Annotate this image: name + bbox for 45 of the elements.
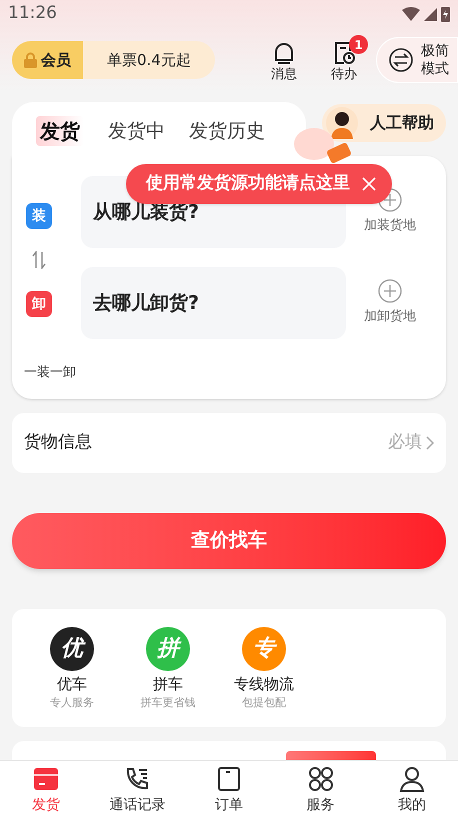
nav-tab[interactable]: 订单: [183, 761, 275, 820]
mode-label: 极简: [421, 42, 449, 60]
help-button[interactable]: 人工帮助: [322, 104, 446, 142]
grid-icon: [306, 765, 335, 793]
nav-tab[interactable]: 服务: [274, 761, 366, 820]
cargo-info-row[interactable]: 货物信息 必填: [12, 412, 446, 472]
add-stop-button[interactable]: 加卸货地: [346, 279, 434, 327]
battery-icon: [441, 6, 450, 22]
wifi-icon: [402, 7, 420, 21]
chevron-right-icon: [426, 436, 434, 450]
tab[interactable]: 发货历史: [189, 116, 265, 146]
notification-badge: 1: [349, 35, 368, 54]
tab[interactable]: 发货中: [108, 116, 165, 146]
service-badge: 优: [50, 626, 94, 670]
member-banner[interactable]: 会员 单票0.4元起: [12, 41, 215, 79]
stop-tag: 装: [26, 203, 52, 229]
lock-icon: [24, 52, 37, 68]
user-icon: [398, 765, 426, 793]
clipboard-clock-icon: [332, 41, 356, 66]
route-summary: 一装一卸: [24, 364, 76, 382]
stop-tag: 卸: [26, 291, 52, 317]
service-item[interactable]: 专 专线物流 包提包配: [226, 626, 302, 712]
nav-tab[interactable]: 我的: [366, 761, 458, 820]
status-time: 11:26: [8, 2, 57, 26]
close-icon: [362, 177, 376, 191]
service-item[interactable]: 优 优车 专人服务: [34, 626, 110, 712]
header-action[interactable]: 待办 1: [320, 35, 368, 85]
nav-tab[interactable]: 通话记录: [92, 761, 184, 820]
member-offer: 单票0.4元起: [106, 50, 192, 71]
service-badge: 专: [242, 626, 286, 670]
header-action[interactable]: 消息: [260, 35, 308, 85]
agent-avatar-icon: [326, 107, 358, 139]
mode-label: 模式: [421, 60, 449, 78]
box-icon: [32, 765, 60, 793]
member-label: 会员: [41, 50, 71, 71]
swap-vertical-icon: [32, 251, 46, 269]
bell-icon: [272, 41, 296, 66]
simple-mode-button[interactable]: 极简 模式: [376, 37, 458, 83]
swap-icon: [389, 48, 413, 72]
service-badge: 拼: [146, 626, 190, 670]
address-field[interactable]: 去哪儿卸货?: [81, 267, 346, 339]
nav-tab[interactable]: 发货: [0, 761, 92, 820]
plus-circle-icon: [378, 279, 402, 304]
signal-icon: [424, 8, 437, 20]
service-item[interactable]: 拼 拼车 拼车更省钱: [130, 626, 206, 712]
